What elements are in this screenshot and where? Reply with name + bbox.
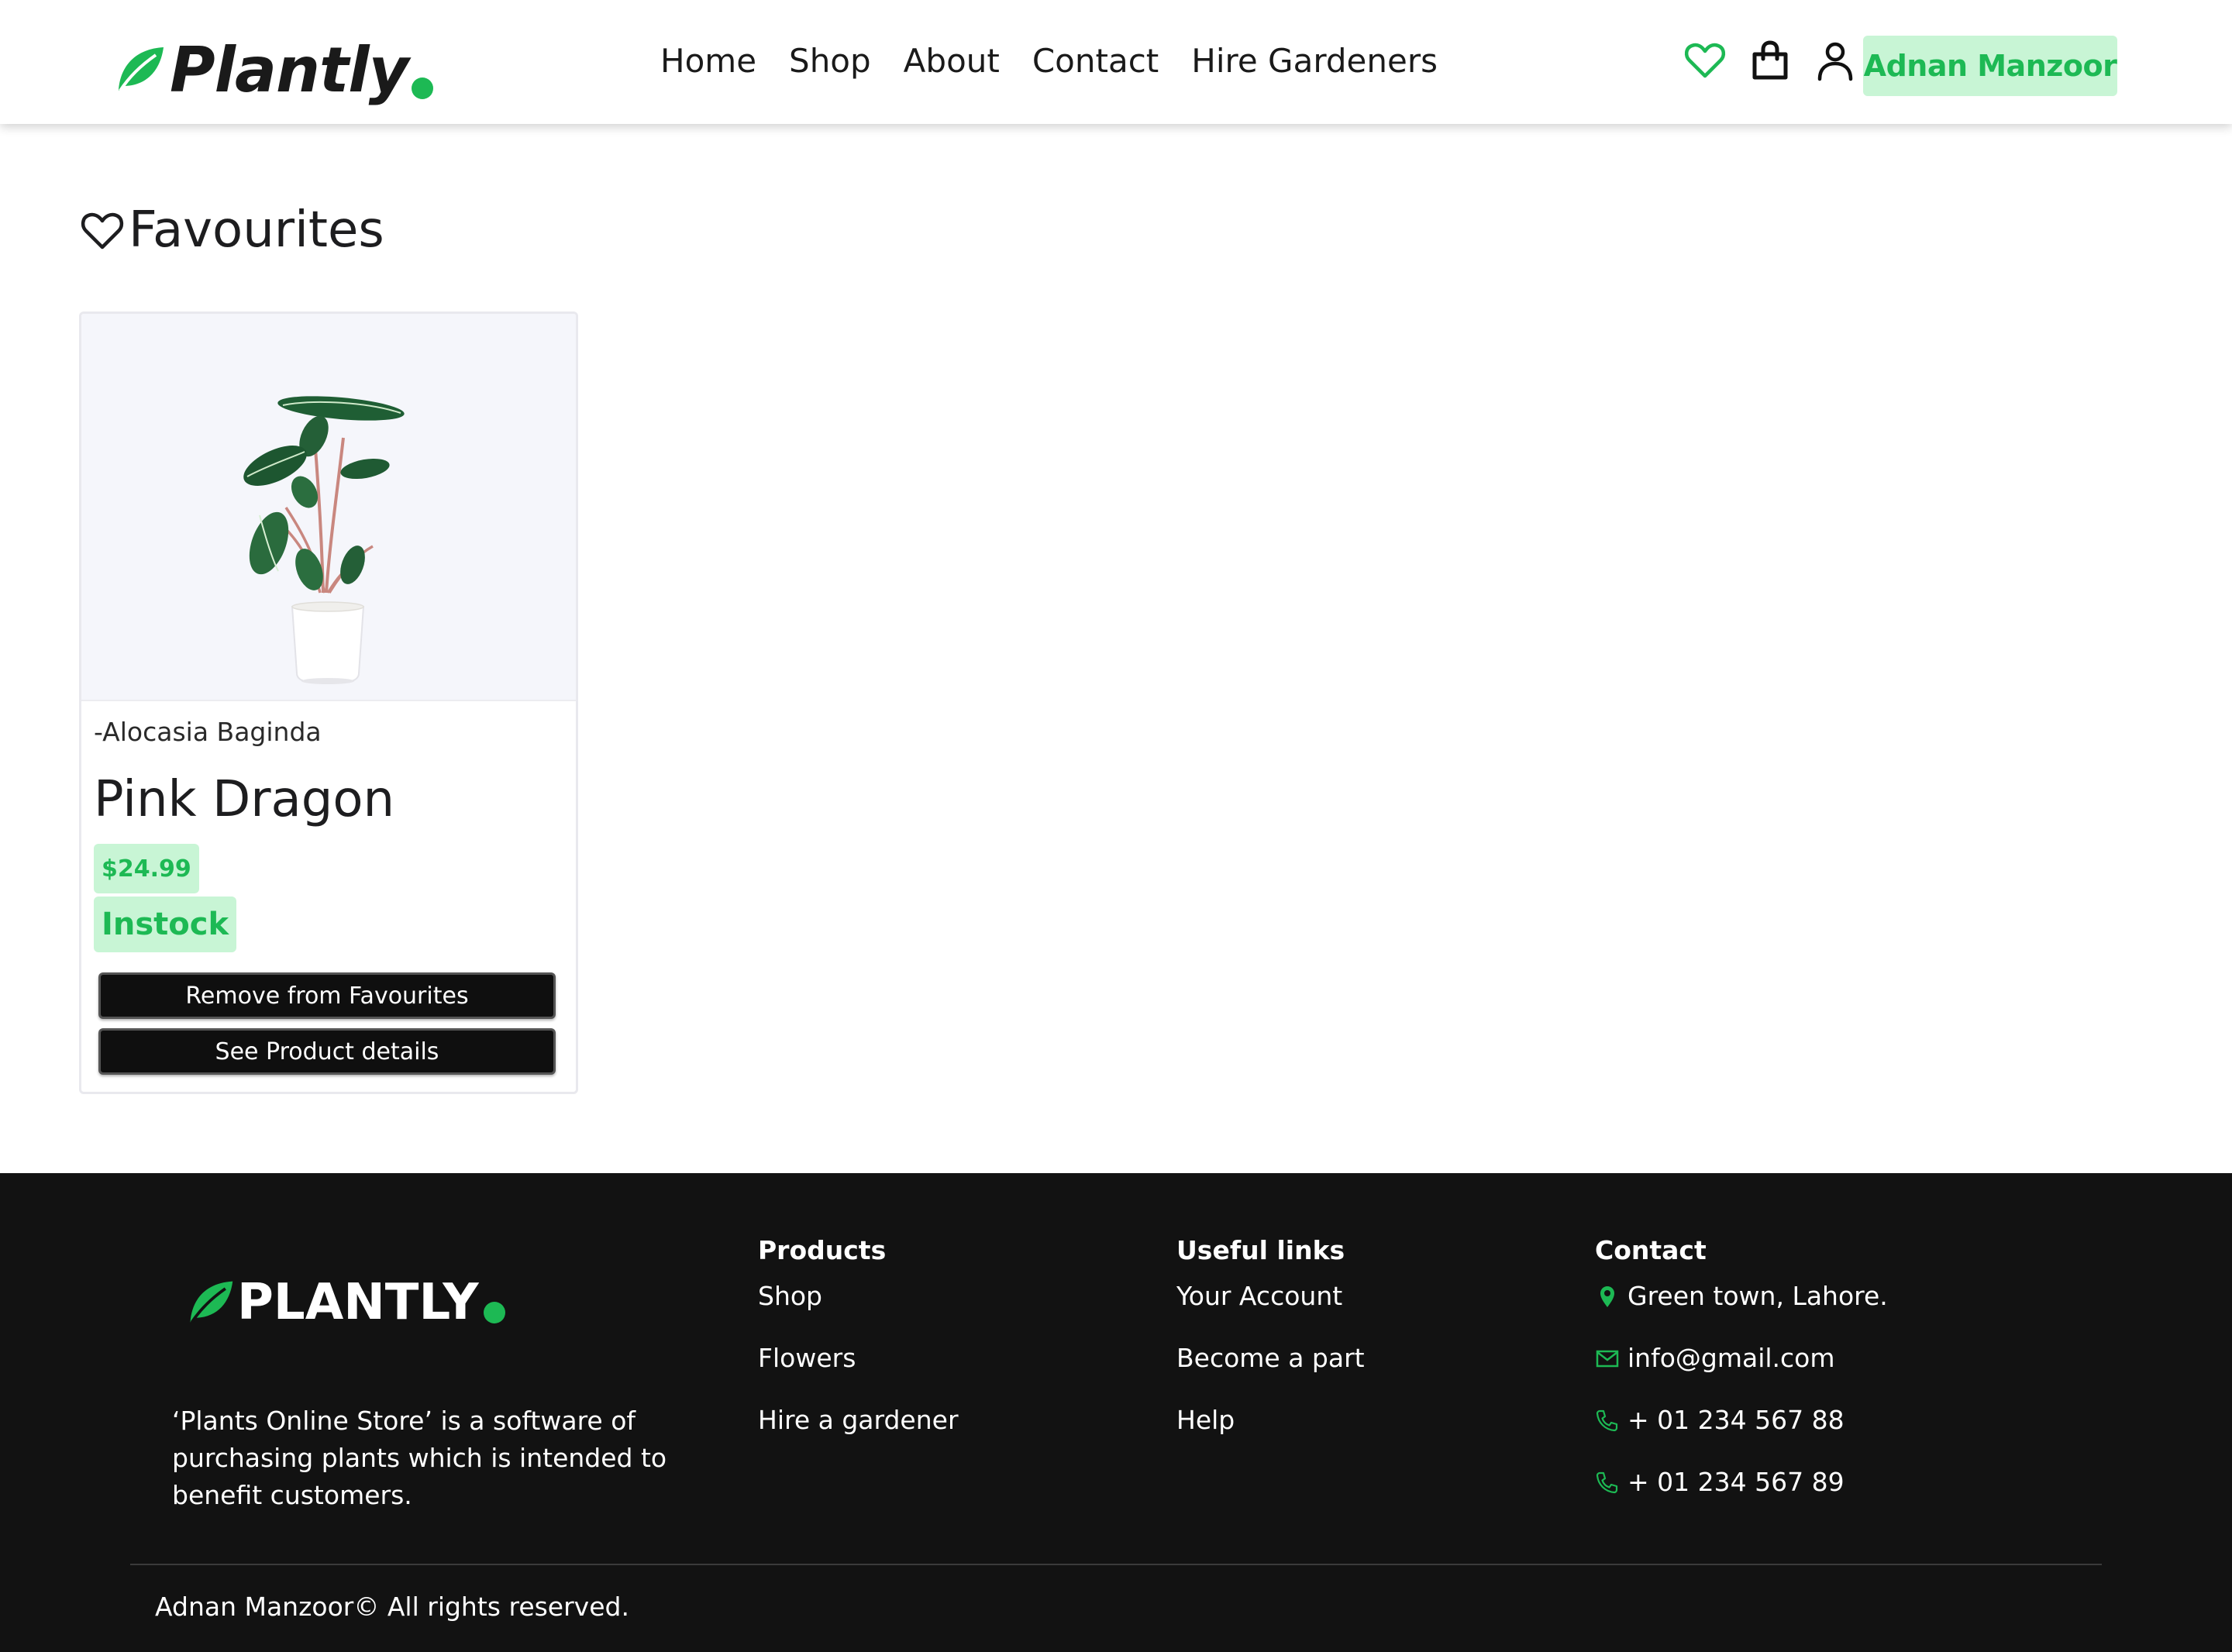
- site-header: Plantly Home Shop About Contact Hire Gar…: [0, 0, 2232, 124]
- stock-badge: Instock: [94, 897, 237, 952]
- footer-link-help[interactable]: Help: [1176, 1405, 1365, 1467]
- footer-logo-text: PLANTLY: [237, 1274, 479, 1331]
- location-pin-icon: [1600, 1286, 1614, 1307]
- copyright-text: Adnan Manzoor© All rights reserved.: [155, 1592, 629, 1622]
- footer-column-title: Products: [758, 1235, 887, 1265]
- contact-email-text: info@gmail.com: [1628, 1343, 1835, 1373]
- contact-address: Green town, Lahore.: [1595, 1281, 1888, 1343]
- product-image[interactable]: [81, 314, 576, 701]
- product-botanical-name: -Alocasia Baginda: [94, 717, 322, 747]
- footer-link-hire-gardener[interactable]: Hire a gardener: [758, 1405, 959, 1467]
- see-product-details-button[interactable]: See Product details: [98, 1028, 556, 1075]
- footer-description: ‘Plants Online Store’ is a software of p…: [172, 1406, 667, 1510]
- leaf-icon: [190, 1281, 233, 1323]
- heart-outline-icon: [81, 212, 124, 250]
- phone-icon: [1596, 1409, 1618, 1432]
- heart-icon[interactable]: [1683, 39, 1727, 82]
- nav-about[interactable]: About: [904, 42, 1000, 80]
- remove-from-favourites-button[interactable]: Remove from Favourites: [98, 972, 556, 1019]
- logo-text: Plantly: [170, 33, 409, 106]
- footer-link-shop[interactable]: Shop: [758, 1281, 959, 1343]
- contact-phone-1-text: + 01 234 567 88: [1628, 1405, 1844, 1435]
- leaf-icon: [119, 47, 164, 92]
- footer-logo[interactable]: PLANTLY: [184, 1274, 505, 1331]
- footer-products-column: Products Shop Flowers Hire a gardener: [758, 1235, 959, 1467]
- page-title-text: Favourites: [129, 201, 384, 259]
- nav-hire-gardeners[interactable]: Hire Gardeners: [1191, 42, 1438, 80]
- plant-illustration: [243, 396, 405, 684]
- phone-icon: [1596, 1471, 1618, 1494]
- footer-link-your-account[interactable]: Your Account: [1176, 1281, 1365, 1343]
- main-nav: Home Shop About Contact Hire Gardeners: [660, 42, 1438, 80]
- contact-phone-2[interactable]: + 01 234 567 89: [1595, 1467, 1888, 1529]
- nav-home[interactable]: Home: [660, 42, 756, 80]
- user-name-badge[interactable]: Adnan Manzoor: [1863, 36, 2117, 96]
- contact-phone-2-text: + 01 234 567 89: [1628, 1467, 1844, 1497]
- user-icon[interactable]: [1814, 39, 1857, 82]
- favourite-product-card: -Alocasia Baginda Pink Dragon $24.99 Ins…: [79, 311, 578, 1094]
- contact-phone-1[interactable]: + 01 234 567 88: [1595, 1405, 1888, 1467]
- product-name: Pink Dragon: [94, 771, 395, 828]
- nav-shop[interactable]: Shop: [789, 42, 871, 80]
- footer-column-title: Useful links: [1176, 1235, 1345, 1265]
- footer-link-flowers[interactable]: Flowers: [758, 1343, 959, 1405]
- shopping-bag-icon[interactable]: [1748, 39, 1792, 82]
- footer-useful-links-column: Useful links Your Account Become a part …: [1176, 1235, 1365, 1467]
- price-badge: $24.99: [94, 844, 199, 893]
- header-actions: [1683, 39, 1857, 82]
- footer-logo-dot: [483, 1302, 505, 1323]
- mail-icon: [1596, 1350, 1619, 1368]
- nav-contact[interactable]: Contact: [1032, 42, 1159, 80]
- contact-email[interactable]: info@gmail.com: [1595, 1343, 1888, 1405]
- footer-contact-column: Contact Green town, Lahore. info@gmail.c…: [1595, 1235, 1888, 1529]
- site-logo[interactable]: Plantly: [112, 31, 433, 108]
- logo-dot: [411, 77, 433, 99]
- site-footer: PLANTLY ‘Plants Online Store’ is a softw…: [0, 1173, 2232, 1652]
- page-title: Favourites: [79, 201, 384, 259]
- contact-address-text: Green town, Lahore.: [1628, 1281, 1888, 1311]
- footer-divider: [130, 1564, 2102, 1565]
- footer-link-become-a-part[interactable]: Become a part: [1176, 1343, 1365, 1405]
- footer-column-title: Contact: [1595, 1235, 1707, 1265]
